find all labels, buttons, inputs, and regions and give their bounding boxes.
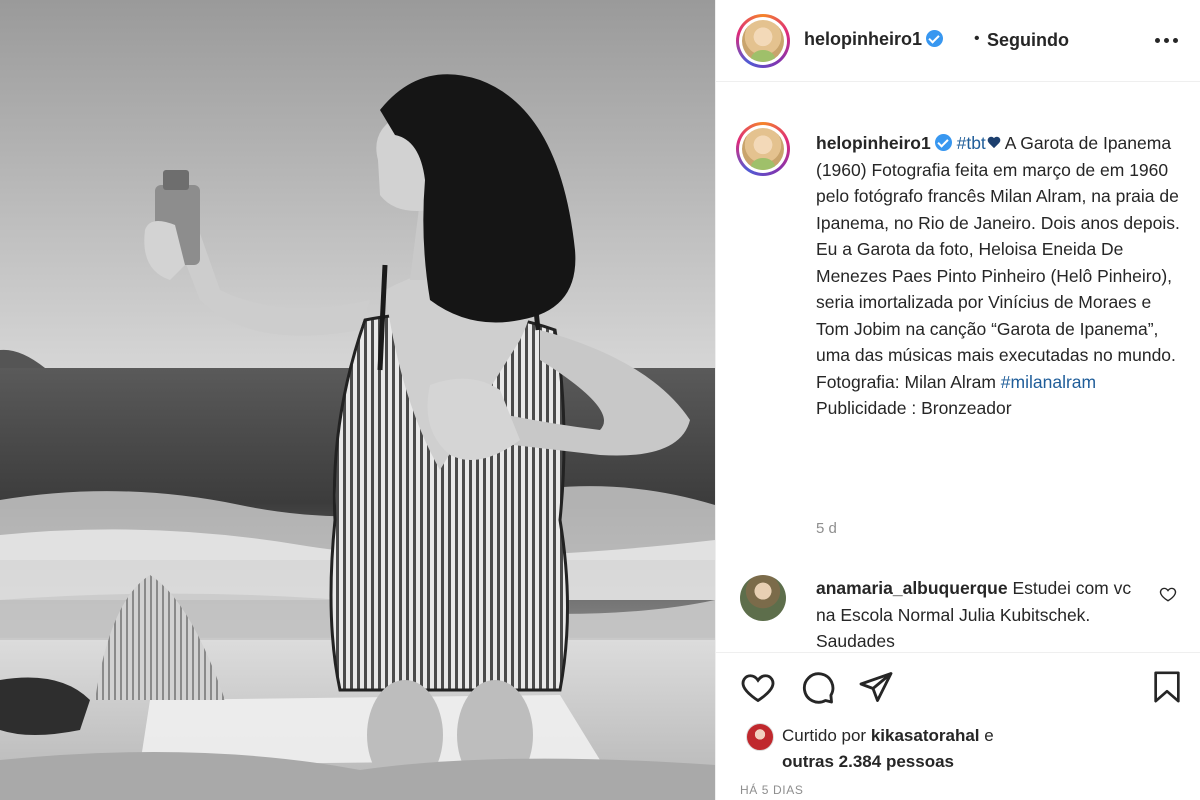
likes-others[interactable]: outras 2.384 pessoas: [782, 752, 954, 771]
caption-text: helopinheiro1 #tbt A Garota de Ipanema (…: [816, 130, 1186, 422]
caption-time[interactable]: 5 d: [816, 520, 837, 537]
post-date[interactable]: HÁ 5 DIAS: [740, 783, 803, 797]
blue-heart-emoji-icon: [987, 137, 1001, 149]
liker-avatar[interactable]: [746, 723, 774, 751]
caption-avatar[interactable]: [736, 122, 790, 176]
more-options-icon[interactable]: [1155, 30, 1181, 50]
commenter-username[interactable]: anamaria_albuquerque: [816, 578, 1008, 598]
comment-item: anamaria_albuquerque Estudei com vc na E…: [716, 570, 1200, 650]
comment-text: anamaria_albuquerque Estudei com vc na E…: [816, 575, 1146, 650]
header-username[interactable]: helopinheiro1: [804, 29, 944, 50]
likes-prefix: Curtido por: [782, 726, 871, 745]
separator-dot: •: [974, 30, 980, 47]
hashtag-tbt[interactable]: #tbt: [957, 133, 986, 153]
following-button[interactable]: Seguindo: [987, 30, 1069, 51]
likes-text: Curtido por kikasatorahal e outras 2.384…: [782, 723, 1182, 775]
likes-suffix: e: [979, 726, 994, 745]
commenter-avatar[interactable]: [740, 575, 786, 621]
post-photo[interactable]: [0, 0, 715, 800]
comment-like-heart-icon[interactable]: [1159, 585, 1177, 603]
profile-avatar[interactable]: [736, 14, 790, 68]
post-header: helopinheiro1 • Seguindo: [716, 0, 1200, 82]
heart-icon[interactable]: [740, 669, 776, 705]
header-username-text[interactable]: helopinheiro1: [804, 29, 922, 49]
caption-username[interactable]: helopinheiro1: [816, 133, 931, 153]
liker-username[interactable]: kikasatorahal: [871, 726, 980, 745]
post-actions: Curtido por kikasatorahal e outras 2.384…: [716, 652, 1200, 800]
verified-badge-icon: [926, 30, 944, 47]
caption-publicidade: Publicidade : Bronzeador: [816, 398, 1012, 418]
comment-icon[interactable]: [800, 669, 836, 705]
share-icon[interactable]: [858, 669, 894, 705]
beach-photo-image: [0, 0, 715, 800]
caption-body: A Garota de Ipanema (1960) Fotografia fe…: [816, 133, 1180, 392]
bookmark-icon[interactable]: [1150, 669, 1184, 705]
hashtag-milanalram[interactable]: #milanalram: [1001, 372, 1096, 392]
verified-badge-icon: [934, 134, 952, 151]
post-side-panel: helopinheiro1 • Seguindo helopinheiro1 #…: [715, 0, 1200, 800]
